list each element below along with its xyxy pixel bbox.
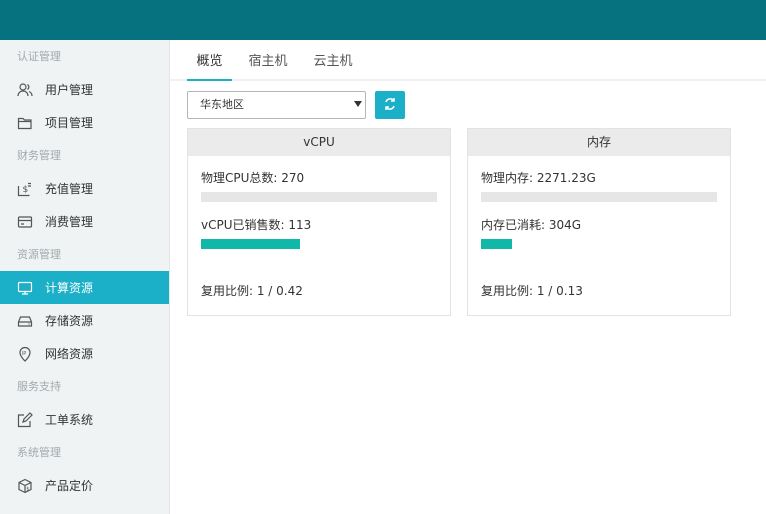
vcpu-card: vCPU 物理CPU总数: 270 vCPU已销售数: 113 复用比例: 1 …	[187, 128, 451, 316]
sidebar-item-network-resources[interactable]: IP 网络资源	[0, 337, 169, 370]
sidebar-item-product-pricing[interactable]: $ 产品定价	[0, 469, 169, 502]
vcpu-total-text: 物理CPU总数: 270	[201, 171, 305, 185]
top-header-bar	[0, 0, 766, 40]
refresh-button[interactable]	[375, 91, 405, 119]
tab-overview[interactable]: 概览	[187, 50, 232, 81]
sidebar-group-finance: 财务管理	[17, 149, 61, 162]
card-icon	[17, 214, 33, 230]
sidebar-item-label: 计算资源	[45, 281, 94, 295]
monitor-icon	[17, 280, 33, 296]
sidebar-group-support: 服务支持	[17, 380, 61, 393]
sidebar-item-storage-resources[interactable]: 存储资源	[0, 304, 169, 337]
sidebar-item-compute-resources[interactable]: 计算资源	[0, 271, 169, 304]
sidebar-item-label: 工单系统	[45, 413, 94, 427]
vcpu-used-text: vCPU已销售数: 113	[201, 218, 312, 232]
memory-total-bar	[481, 192, 717, 202]
sidebar-item-label: 网络资源	[45, 347, 94, 361]
region-select-value: 华东地区	[200, 98, 244, 111]
memory-card: 内存 物理内存: 2271.23G 内存已消耗: 304G 复用比例: 1 / …	[467, 128, 731, 316]
vcpu-total-bar	[201, 192, 437, 202]
sidebar-item-ticket-system[interactable]: 工单系统	[0, 403, 169, 436]
sidebar-item-label: 产品定价	[45, 479, 94, 493]
user-icon	[17, 82, 33, 98]
tab-cloud-hosts[interactable]: 云主机	[309, 50, 357, 81]
tab-bar: 概览 宿主机 云主机	[170, 40, 766, 81]
main-content: 概览 宿主机 云主机 华东地区 vCPU 物理CPU总数: 270 vCPU已销…	[170, 40, 766, 514]
memory-total-text: 物理内存: 2271.23G	[481, 171, 596, 185]
edit-icon	[17, 411, 33, 428]
refresh-icon	[383, 97, 397, 114]
sidebar-item-label: 充值管理	[45, 182, 94, 196]
folder-icon	[17, 115, 33, 131]
sidebar-item-label: 用户管理	[45, 83, 94, 97]
sidebar-item-label: 消费管理	[45, 215, 94, 229]
svg-text:$: $	[23, 185, 29, 195]
recharge-icon: $	[17, 181, 33, 197]
sidebar-item-user-management[interactable]: 用户管理	[0, 73, 169, 106]
region-select[interactable]: 华东地区	[187, 91, 366, 119]
svg-text:IP: IP	[22, 351, 27, 357]
dropdown-arrow-icon	[354, 101, 362, 107]
memory-ratio-text: 复用比例: 1 / 0.13	[481, 284, 583, 298]
memory-card-title: 内存	[468, 129, 730, 156]
memory-used-bar	[481, 239, 512, 249]
sidebar-item-label: 项目管理	[45, 116, 94, 130]
svg-text:$: $	[26, 486, 29, 492]
sidebar-item-recharge-management[interactable]: $ 充值管理	[0, 172, 169, 205]
sidebar-item-project-management[interactable]: 项目管理	[0, 106, 169, 139]
sidebar: 认证管理 用户管理 项目管理 财务管理 $ 充值管理 消费管理 资源管理 计算资…	[0, 40, 170, 514]
tab-hosts[interactable]: 宿主机	[244, 50, 292, 81]
sidebar-item-consumption-management[interactable]: 消费管理	[0, 205, 169, 238]
storage-icon	[17, 313, 33, 329]
sidebar-item-label: 存储资源	[45, 314, 94, 328]
sidebar-group-system: 系统管理	[17, 446, 61, 459]
vcpu-used-bar	[201, 239, 300, 249]
ip-pin-icon: IP	[17, 346, 33, 362]
box-icon: $	[17, 478, 33, 494]
vcpu-ratio-text: 复用比例: 1 / 0.42	[201, 284, 303, 298]
sidebar-group-auth: 认证管理	[17, 50, 61, 63]
memory-used-text: 内存已消耗: 304G	[481, 218, 582, 232]
vcpu-card-title: vCPU	[188, 129, 450, 156]
sidebar-group-resources: 资源管理	[17, 248, 61, 261]
